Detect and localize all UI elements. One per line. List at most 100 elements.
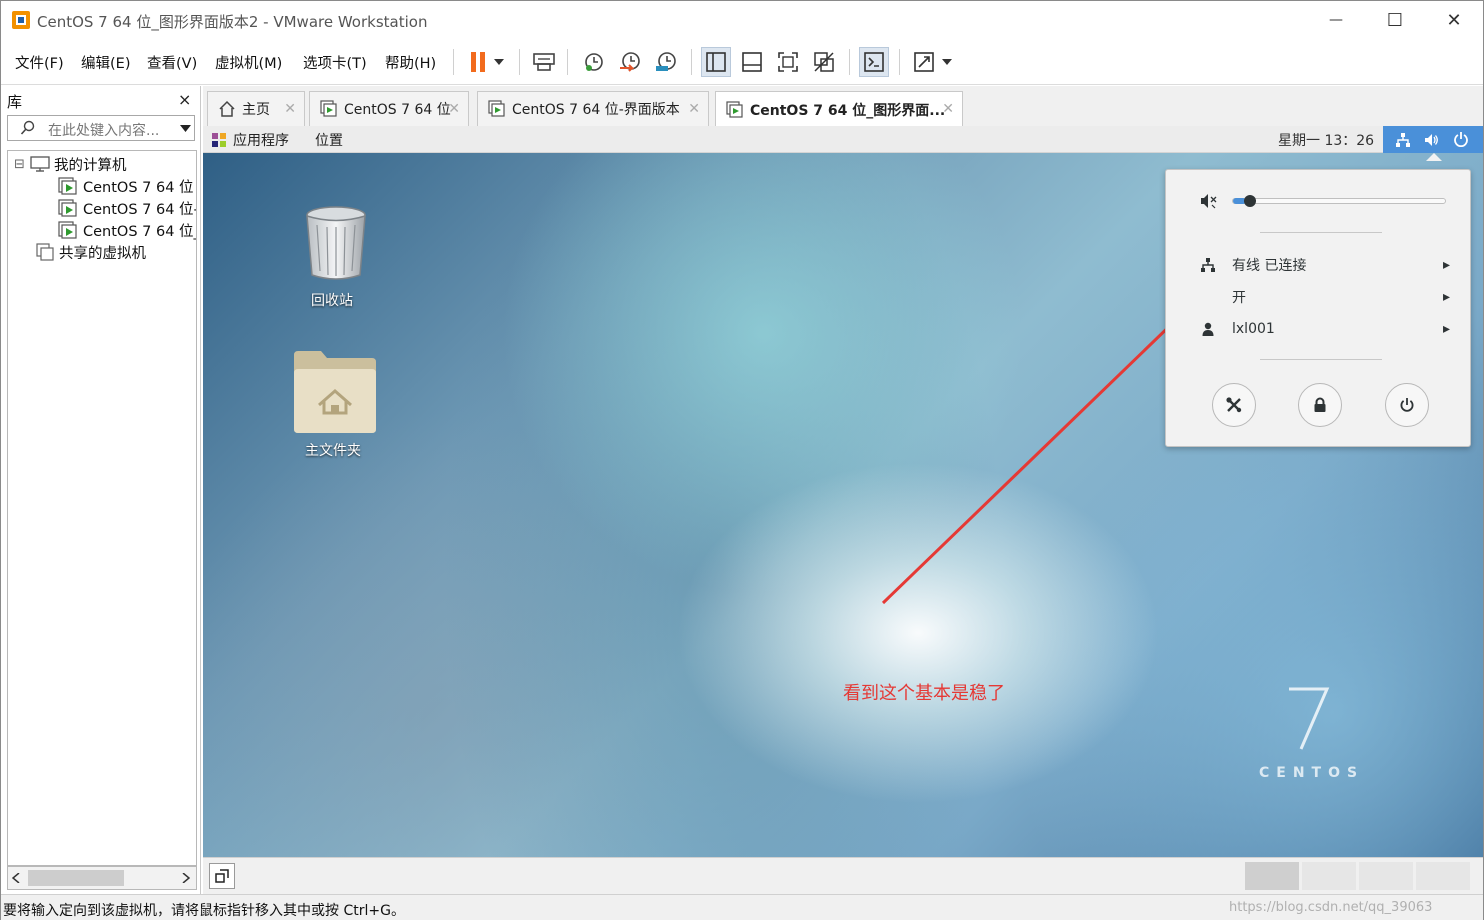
places-menu[interactable]: 位置 xyxy=(315,130,343,150)
vm-icon xyxy=(726,100,743,118)
tab-label: CentOS 7 64 位-界面版本 xyxy=(512,102,680,118)
tab-home[interactable]: 主页 ✕ xyxy=(207,91,305,126)
guest-top-bar: 应用程序 位置 星期一 13：26 xyxy=(203,126,1483,153)
tab-vm[interactable]: CentOS 7 64 位-界面版本 ✕ xyxy=(477,91,709,126)
chevron-down-icon[interactable] xyxy=(180,125,191,132)
vm-thumbnail-slot[interactable] xyxy=(1416,862,1470,890)
vm-icon xyxy=(320,100,337,117)
menu-edit[interactable]: 编辑(E) xyxy=(81,52,130,73)
tree-item-vm[interactable]: CentOS 7 64 位 xyxy=(58,175,194,197)
tab-close-icon[interactable]: ✕ xyxy=(448,101,460,117)
vm-tab-strip: 主页 ✕ CentOS 7 64 位 ✕ CentOS 7 64 位-界面版本 … xyxy=(203,86,1483,127)
lock-button[interactable] xyxy=(1298,383,1342,427)
window-title: CentOS 7 64 位_图形界面版本2 - VMware Workstati… xyxy=(37,13,428,31)
unity-icon xyxy=(814,52,834,72)
take-snapshot-button[interactable] xyxy=(579,47,609,77)
tab-close-icon[interactable]: ✕ xyxy=(942,101,954,117)
library-view-button[interactable] xyxy=(701,47,731,77)
tree-item-vm[interactable]: CentOS 7 64 位_ xyxy=(58,219,197,241)
toolbar-separator xyxy=(849,49,850,75)
library-close-icon[interactable]: × xyxy=(178,90,191,109)
fullscreen-button[interactable] xyxy=(773,47,803,77)
system-tray[interactable] xyxy=(1383,126,1483,153)
menu-view[interactable]: 查看(V) xyxy=(147,52,197,73)
vm-thumbnail-slot[interactable] xyxy=(1245,862,1299,890)
scrollbar-thumb[interactable] xyxy=(28,870,124,886)
home-icon xyxy=(219,100,235,117)
volume-icon xyxy=(1425,134,1438,146)
tab-vm-active[interactable]: CentOS 7 64 位_图形界面... ✕ xyxy=(715,91,963,127)
library-search-input[interactable]: 在此处键入内容... xyxy=(7,115,195,141)
settings-button[interactable] xyxy=(1212,383,1256,427)
power-dropdown-button[interactable] xyxy=(489,47,509,77)
network-wired-icon xyxy=(1201,258,1215,272)
guest-clock[interactable]: 星期一 13：26 xyxy=(1278,130,1374,150)
annotation-text: 看到这个基本是稳了 xyxy=(843,683,1005,704)
status-watermark: https://blog.csdn.net/qq_39063 xyxy=(1229,900,1433,915)
wired-network-item[interactable]: 有线 已连接 ▸ xyxy=(1200,254,1450,276)
power-off-button[interactable] xyxy=(1385,383,1429,427)
popup-pointer xyxy=(1426,153,1442,161)
fullscreen-icon xyxy=(778,52,798,72)
trash-label[interactable]: 回收站 xyxy=(311,290,353,310)
library-view-icon xyxy=(706,52,726,72)
tree-item-my-computer[interactable]: ⊟ 我的计算机 xyxy=(14,153,127,175)
search-icon xyxy=(20,120,35,135)
volume-slider[interactable] xyxy=(1232,195,1446,207)
vm-thumbnail-slot[interactable] xyxy=(1302,862,1356,890)
volume-slider-knob[interactable] xyxy=(1244,195,1256,207)
tab-close-icon[interactable]: ✕ xyxy=(284,101,296,117)
stretch-button[interactable] xyxy=(909,47,939,77)
home-folder-icon[interactable] xyxy=(291,349,379,435)
tree-item-label: 我的计算机 xyxy=(54,157,127,174)
pause-icon xyxy=(471,52,485,72)
wifi-item[interactable]: 开 ▸ xyxy=(1200,286,1450,308)
menu-vm[interactable]: 虚拟机(M) xyxy=(215,52,282,73)
menu-tabs[interactable]: 选项卡(T) xyxy=(303,52,367,73)
vm-bottom-bar xyxy=(203,857,1483,894)
chevron-down-icon xyxy=(942,59,952,65)
computer-icon xyxy=(30,156,50,172)
vmware-app-icon xyxy=(12,11,30,29)
centos-logo-icon xyxy=(212,133,226,147)
stretch-dropdown-button[interactable] xyxy=(937,47,957,77)
revert-snapshot-button[interactable] xyxy=(615,47,645,77)
thumbnail-toggle-button[interactable] xyxy=(209,863,235,889)
trash-icon[interactable] xyxy=(301,205,371,285)
power-icon xyxy=(1454,132,1468,147)
tab-close-icon[interactable]: ✕ xyxy=(688,101,700,117)
send-ctrl-alt-del-button[interactable] xyxy=(529,47,559,77)
centos-wordmark: CENTOS xyxy=(1259,765,1365,781)
tree-item-shared-vms[interactable]: 共享的虚拟机 xyxy=(36,241,146,263)
network-wired-icon xyxy=(1396,133,1410,147)
user-item[interactable]: lxl001 ▸ xyxy=(1200,318,1450,340)
tree-item-label: CentOS 7 64 位 xyxy=(83,179,194,196)
unity-button[interactable] xyxy=(809,47,839,77)
thumbnail-bar-button[interactable] xyxy=(737,47,767,77)
library-horizontal-scrollbar[interactable] xyxy=(7,866,197,890)
applications-menu[interactable]: 应用程序 xyxy=(233,130,289,150)
console-view-button[interactable] xyxy=(859,47,889,77)
tab-vm[interactable]: CentOS 7 64 位 ✕ xyxy=(309,91,469,126)
tree-item-label: 共享的虚拟机 xyxy=(59,245,146,262)
maximize-icon: ☐ xyxy=(1386,9,1404,31)
tree-item-label: CentOS 7 64 位- xyxy=(83,201,197,218)
tab-label: CentOS 7 64 位 xyxy=(344,102,451,118)
guest-desktop[interactable]: 回收站 主文件夹 看到这个基本是稳了 CENTOS 有线 已连接 ▸ 开 ▸ l… xyxy=(203,153,1483,857)
tree-item-label: CentOS 7 64 位_ xyxy=(83,223,197,240)
close-button[interactable]: ✕ xyxy=(1425,1,1483,39)
menu-file[interactable]: 文件(F) xyxy=(15,52,64,73)
snapshot-manager-button[interactable] xyxy=(651,47,681,77)
chevron-right-icon[interactable] xyxy=(182,873,190,883)
vm-thumbnail-slot[interactable] xyxy=(1359,862,1413,890)
snapshot-revert-icon xyxy=(620,52,640,72)
system-status-menu: 有线 已连接 ▸ 开 ▸ lxl001 ▸ xyxy=(1165,169,1471,447)
minimize-button[interactable]: — xyxy=(1307,1,1365,39)
home-folder-label[interactable]: 主文件夹 xyxy=(305,440,361,460)
chevron-left-icon[interactable] xyxy=(12,873,20,883)
maximize-button[interactable]: ☐ xyxy=(1366,1,1424,39)
tree-expander-icon[interactable]: ⊟ xyxy=(14,157,30,172)
vm-icon xyxy=(58,177,77,195)
tree-item-vm[interactable]: CentOS 7 64 位- xyxy=(58,197,197,219)
menu-help[interactable]: 帮助(H) xyxy=(385,52,436,73)
